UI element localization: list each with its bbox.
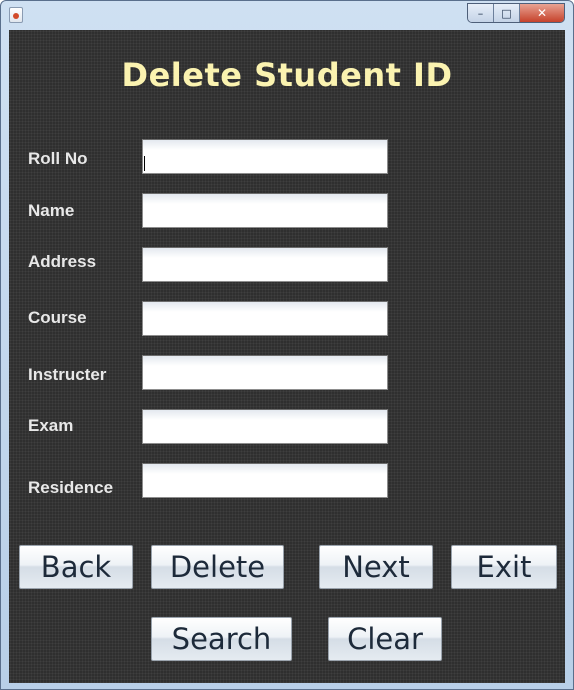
address-field[interactable] xyxy=(142,247,388,282)
form-panel: Delete Student ID Roll No Name Address C… xyxy=(9,30,565,683)
window-controls: – □ ✕ xyxy=(467,3,565,23)
roll-no-field[interactable] xyxy=(142,139,388,174)
page-title: Delete Student ID xyxy=(121,56,453,94)
maximize-icon[interactable]: □ xyxy=(494,4,520,22)
name-label: Name xyxy=(28,201,75,220)
exit-button[interactable]: Exit xyxy=(451,545,557,589)
java-cup-icon xyxy=(9,7,23,23)
clear-button[interactable]: Clear xyxy=(328,617,442,661)
close-icon[interactable]: ✕ xyxy=(520,4,564,22)
roll-no-label: Roll No xyxy=(28,149,88,168)
residence-field[interactable] xyxy=(142,463,388,498)
minimize-icon[interactable]: – xyxy=(468,4,494,22)
search-button[interactable]: Search xyxy=(151,617,292,661)
delete-button[interactable]: Delete xyxy=(151,545,284,589)
address-label: Address xyxy=(28,252,97,271)
course-label: Course xyxy=(28,308,87,327)
course-field[interactable] xyxy=(142,301,388,336)
instructer-label: Instructer xyxy=(28,365,107,384)
next-button[interactable]: Next xyxy=(319,545,433,589)
app-window: – □ ✕ Delete Student ID Roll No Name Add… xyxy=(0,0,574,690)
name-field[interactable] xyxy=(142,193,388,228)
exam-label: Exam xyxy=(28,416,74,435)
title-bar[interactable]: – □ ✕ xyxy=(1,1,573,29)
back-button[interactable]: Back xyxy=(19,545,133,589)
exam-field[interactable] xyxy=(142,409,388,444)
instructer-field[interactable] xyxy=(142,355,388,390)
text-caret xyxy=(144,156,145,171)
residence-label: Residence xyxy=(28,478,114,497)
